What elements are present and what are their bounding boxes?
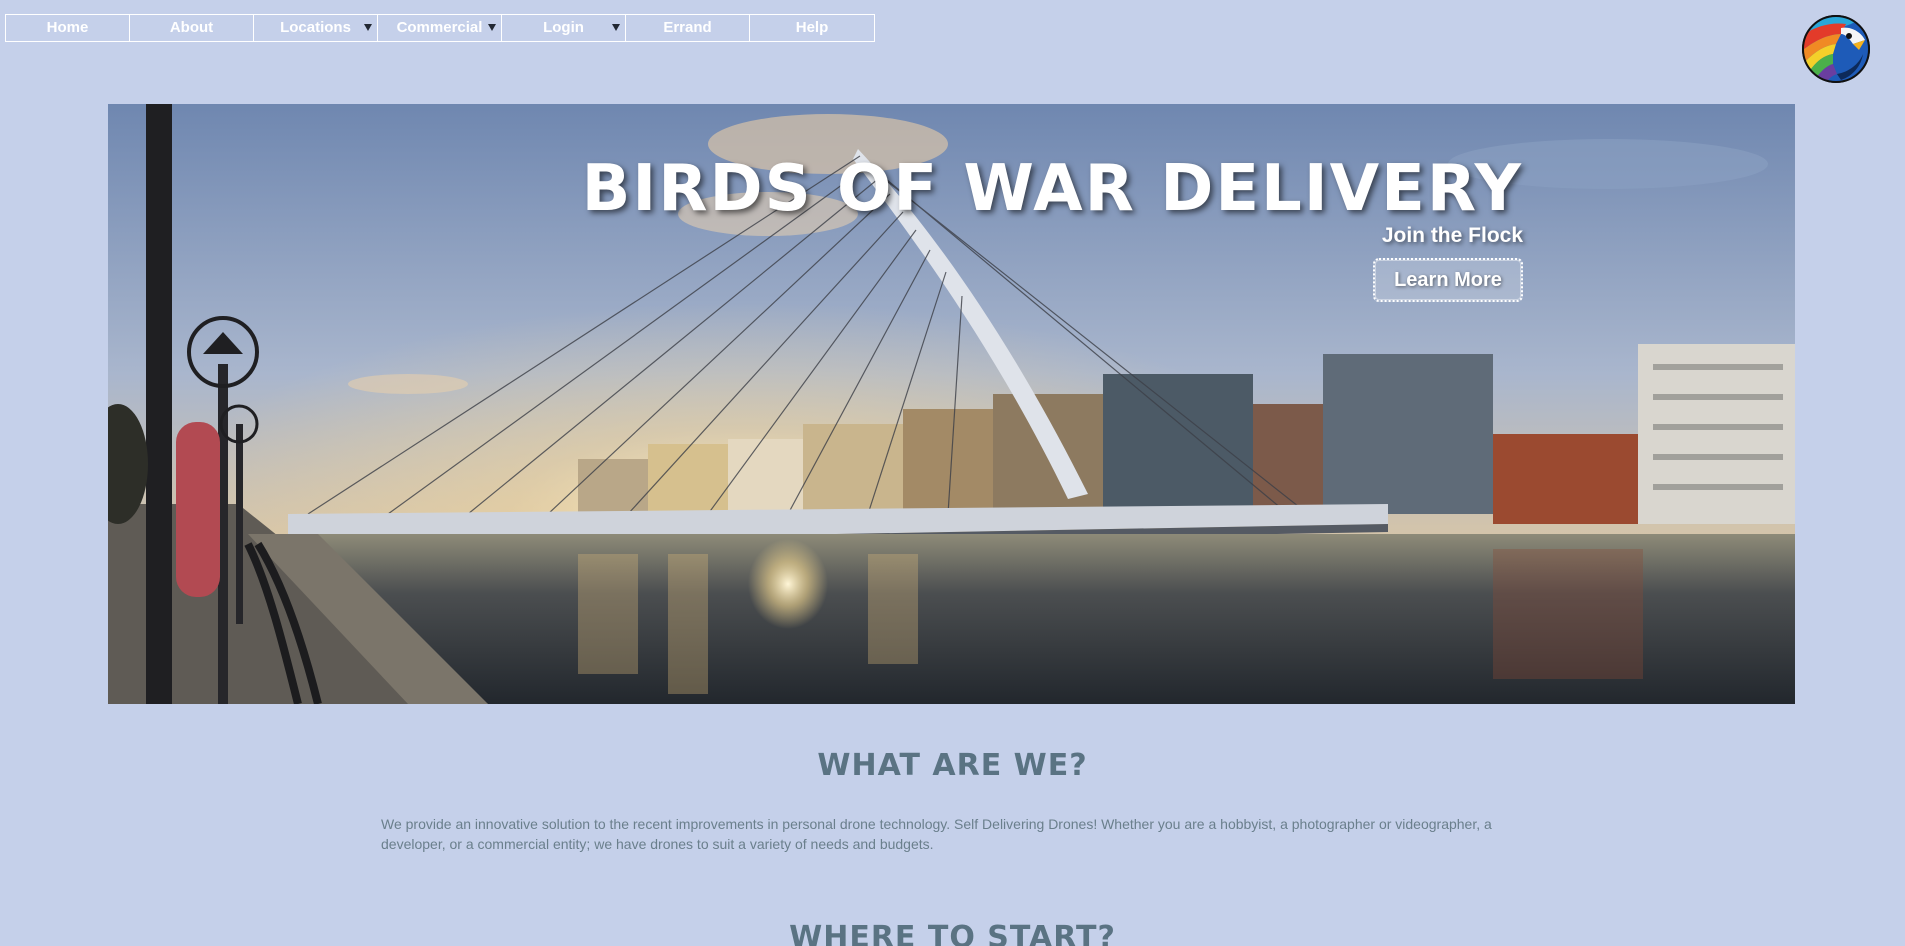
- nav-item-label: Home: [46, 19, 89, 36]
- caret-down-icon: [612, 24, 620, 31]
- nav-item-locations[interactable]: Locations: [254, 15, 378, 41]
- caret-down-icon: [488, 24, 496, 31]
- nav-item-label: Errand: [663, 19, 712, 36]
- caret-down-icon: [364, 24, 372, 31]
- where-to-start-heading: WHERE TO START?: [789, 920, 1116, 946]
- hero-banner: BIRDS OF WAR DELIVERY Join the Flock Lea…: [108, 104, 1795, 704]
- nav-item-login[interactable]: Login: [502, 15, 626, 41]
- nav-item-label: About: [169, 19, 214, 36]
- hero-title: BIRDS OF WAR DELIVERY: [581, 152, 1523, 226]
- nav-item-commercial[interactable]: Commercial: [378, 15, 502, 41]
- nav-item-label: Commercial: [396, 19, 483, 36]
- learn-more-button[interactable]: Learn More: [1373, 258, 1523, 302]
- what-are-we-text: We provide an innovative solution to the…: [381, 816, 1492, 852]
- nav-item-about[interactable]: About: [130, 15, 254, 41]
- main-nav: Home About Locations Commercial Login Er…: [5, 14, 875, 42]
- nav-item-label: Locations: [280, 19, 351, 36]
- rainbow-bird-logo-icon[interactable]: [1801, 14, 1871, 84]
- hero-subtitle: Join the Flock: [1381, 224, 1523, 247]
- nav-item-label: Login: [543, 19, 584, 36]
- nav-item-label: Help: [795, 19, 829, 36]
- nav-item-home[interactable]: Home: [6, 15, 130, 41]
- what-are-we-heading: WHAT ARE WE?: [817, 748, 1088, 783]
- page: Home About Locations Commercial Login Er…: [0, 0, 1905, 946]
- nav-item-help[interactable]: Help: [750, 15, 874, 41]
- nav-item-errand[interactable]: Errand: [626, 15, 750, 41]
